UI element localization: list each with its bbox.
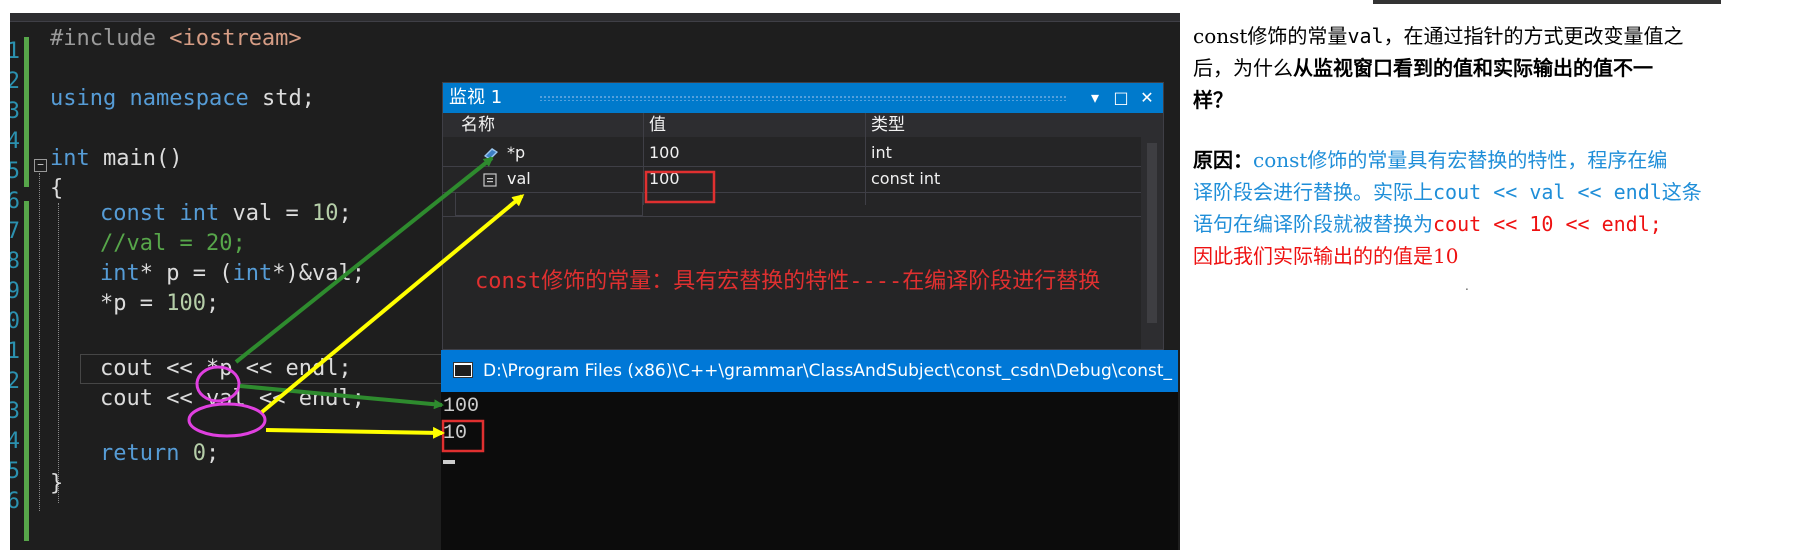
stray-dot: . [1465,279,1469,293]
question-emphasis: 样？ [1193,88,1233,112]
pointer-circle-annotation [195,365,241,403]
question-paragraph: const修饰的常量val，在通过指针的方式更改变量值之 后，为什么从监视窗口看… [1193,20,1793,116]
reason-code-highlight: cout << 10 << endl; [1433,212,1662,236]
yellow-arrow-to-watch [260,194,525,414]
top-right-edge-bar [1373,0,1721,4]
question-code: val [1347,24,1384,48]
explanation-panel: const修饰的常量val，在通过指针的方式更改变量值之 后，为什么从监视窗口看… [1193,20,1793,272]
val-circle-annotation [187,402,267,438]
question-text: ，在通过指针的方式更改变量值之 [1383,24,1684,48]
question-emphasis: 从监视窗口看到的值和实际输出的值不一 [1293,56,1653,80]
reason-text: 语句在编译阶段就被替换为 [1193,212,1433,236]
yellow-arrow-to-console [265,426,445,439]
reason-text: 这条 [1661,180,1702,204]
green-arrow-to-watch [234,156,494,364]
question-text: const修饰的常量 [1193,24,1348,48]
watch-value-highlight-box [644,170,716,204]
reason-code: cout << val << endl [1433,180,1662,204]
reason-label: 原因： [1193,148,1253,172]
reason-paragraph: 原因：const修饰的常量具有宏替换的特性，程序在编 译阶段会进行替换。实际上c… [1193,144,1793,272]
green-arrow-to-console [239,384,444,410]
reason-text: const修饰的常量具有宏替换的特性，程序在编 [1253,148,1668,172]
console-output-highlight-box [441,419,485,453]
question-text: 后，为什么 [1193,56,1293,80]
reason-text: 译阶段会进行替换。实际上 [1193,180,1433,204]
reason-conclusion: 因此我们实际输出的的值是10 [1193,244,1459,268]
